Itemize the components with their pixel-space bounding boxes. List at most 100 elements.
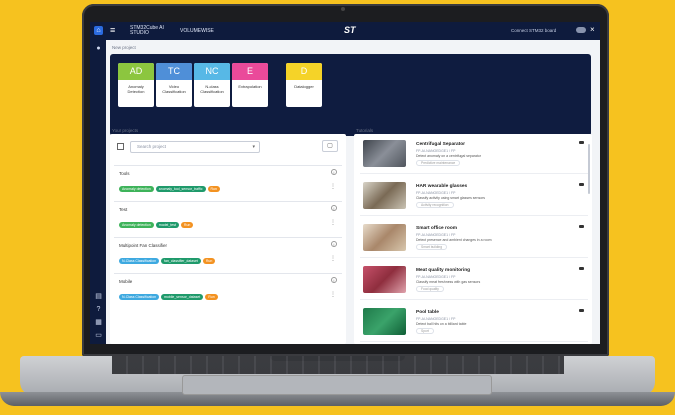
tutorials-title: Tutorials: [356, 128, 374, 133]
user-icon[interactable]: ●: [94, 44, 103, 53]
chip-dataset: fan_classifier_dataset: [161, 258, 201, 264]
import-doc-button[interactable]: ▢: [322, 140, 338, 152]
search-input[interactable]: Search project ▾: [130, 141, 260, 153]
more-options-icon[interactable]: ⋮: [330, 220, 336, 226]
info-icon[interactable]: i: [331, 277, 337, 283]
chip-type: Anomaly detection: [119, 186, 154, 192]
chip-dataset: mobile_sensor_dataset: [161, 294, 204, 300]
project-name: Multipoint Fan Classifier: [119, 243, 168, 248]
tutorials-panel: Centrifugal Separator FP-AI-NANOEDGE1 / …: [354, 134, 592, 344]
more-options-icon[interactable]: ⋮: [330, 292, 336, 298]
chevron-down-icon: ▾: [252, 144, 255, 150]
tile-label: Extrapolation: [238, 84, 262, 89]
project-row[interactable]: Mobile i N-Class Classification mobile_s…: [114, 273, 342, 309]
bookmark-icon[interactable]: [579, 141, 584, 144]
tutorial-tag: Food quality: [416, 286, 444, 292]
grid-view-icon[interactable]: [117, 143, 124, 150]
tutorial-title: Meat quality monitoring: [416, 268, 471, 273]
bookmark-icon[interactable]: [579, 183, 584, 186]
more-options-icon[interactable]: ⋮: [330, 256, 336, 262]
tutorial-description: Classify activity using smart glasses se…: [416, 196, 486, 200]
file-icon[interactable]: ▤: [94, 292, 103, 301]
scrollbar[interactable]: [588, 144, 590, 194]
tutorial-subtitle: FP-AI-NANOEDGE1 / FP: [416, 317, 456, 321]
project-row[interactable]: Multipoint Fan Classifier i N-Class Clas…: [114, 237, 342, 273]
project-chips: Anomaly detection anomaly_tool_sensor_tr…: [119, 186, 220, 192]
info-icon[interactable]: i: [331, 205, 337, 211]
tutorial-thumbnail: [363, 182, 406, 209]
tutorial-thumbnail: [363, 266, 406, 293]
tutorial-subtitle: FP-AI-NANOEDGE1 / FP: [416, 149, 456, 153]
chip-status: Run: [180, 222, 194, 228]
theme-toggle[interactable]: [576, 27, 586, 33]
chip-status: Run: [202, 258, 216, 264]
bookmark-icon[interactable]: [579, 267, 584, 270]
tile-label: N-class Classification: [200, 84, 224, 94]
search-row: Search project ▾ ▢: [114, 139, 342, 155]
chip-dataset: anomaly_tool_sensor_traffic: [155, 186, 206, 192]
tile-nclass-classification[interactable]: NC N-class Classification: [194, 63, 230, 107]
chip-type: Anomaly detection: [119, 222, 154, 228]
project-row[interactable]: Tools i Anomaly detection anomaly_tool_s…: [114, 165, 342, 201]
help-icon[interactable]: ?: [94, 305, 103, 314]
tutorial-description: Detect ball hits on a billiard table: [416, 322, 467, 326]
tutorial-thumbnail: [363, 140, 406, 167]
project-chips: N-Class Classification mobile_sensor_dat…: [119, 294, 218, 300]
app-screen: ⌂ ● ▤ ? ▦ ▭ ≡ STM32Cube AI STUDIO VOLUME…: [90, 22, 600, 344]
tutorial-description: Detect presence and ambient changes in a…: [416, 238, 492, 242]
tutorial-tag: Activity recognition: [416, 202, 454, 208]
tile-abbr: E: [232, 63, 268, 80]
tile-extrapolation[interactable]: E Extrapolation: [232, 63, 268, 107]
tile-abbr: TC: [156, 63, 192, 80]
chip-dataset: model_test: [155, 222, 179, 228]
st-logo: ST: [344, 25, 356, 35]
tile-label: Video Classification: [162, 84, 186, 94]
bookmark-icon[interactable]: [579, 309, 584, 312]
tile-anomaly-detection[interactable]: AD Anomaly Detection: [118, 63, 154, 107]
tutorial-card[interactable]: Centrifugal Separator FP-AI-NANOEDGE1 / …: [360, 136, 588, 174]
webcam: [341, 7, 345, 11]
chip-type: N-Class Classification: [119, 294, 160, 300]
tile-datalogger[interactable]: D Datalogger: [286, 63, 322, 107]
tutorial-subtitle: FP-AI-NANOEDGE1 / FP: [416, 191, 456, 195]
tutorial-description: Classify meat freshness with gas sensors: [416, 280, 481, 284]
tile-video-classification[interactable]: TC Video Classification: [156, 63, 192, 107]
tutorial-tag: Predictive maintenance: [416, 160, 461, 166]
top-bar: ≡ STM32Cube AI STUDIO VOLUMEWISE ST Conn…: [106, 22, 600, 40]
trackpad: [182, 375, 492, 395]
brand-line2: STUDIO: [130, 30, 149, 36]
tutorial-card[interactable]: HAR wearable glasses FP-AI-NANOEDGE1 / F…: [360, 178, 588, 216]
info-icon[interactable]: i: [331, 169, 337, 175]
connect-board-text[interactable]: Connect STM32 board: [511, 28, 556, 33]
home-icon[interactable]: ⌂: [94, 26, 103, 35]
info-icon[interactable]: i: [331, 241, 337, 247]
new-project-title: New project: [112, 45, 136, 50]
tutorial-description: Detect anomaly on a centrifugal separato…: [416, 154, 481, 158]
bookmark-icon[interactable]: [579, 225, 584, 228]
tutorial-thumbnail: [363, 224, 406, 251]
doc-icon[interactable]: ▦: [94, 318, 103, 327]
sidebar: ⌂ ● ▤ ? ▦ ▭: [90, 22, 106, 344]
menu-icon[interactable]: ≡: [110, 25, 115, 35]
close-icon[interactable]: ×: [590, 25, 595, 34]
project-chips: Anomaly detection model_test Run: [119, 222, 194, 228]
folder-icon[interactable]: ▭: [94, 331, 103, 340]
partner-logo: VOLUMEWISE: [180, 28, 214, 34]
chip-status: Run: [205, 294, 218, 300]
tutorial-card[interactable]: Pool table FP-AI-NANOEDGE1 / FP Detect b…: [360, 304, 588, 342]
keyboard: [112, 356, 564, 374]
tutorial-card[interactable]: Meat quality monitoring FP-AI-NANOEDGE1 …: [360, 262, 588, 300]
more-options-icon[interactable]: ⋮: [330, 184, 336, 190]
new-project-banner: AD Anomaly Detection TC Video Classifica…: [110, 54, 591, 136]
tutorial-subtitle: FP-AI-NANOEDGE1 / FP: [416, 233, 456, 237]
projects-title: Your projects: [112, 128, 139, 133]
tile-abbr: D: [286, 63, 322, 80]
projects-panel: Search project ▾ ▢ Tools i Anomaly detec…: [110, 134, 346, 344]
tutorial-card[interactable]: Smart office room FP-AI-NANOEDGE1 / FP D…: [360, 220, 588, 258]
project-name: Mobile: [119, 279, 133, 284]
tile-label: Anomaly Detection: [127, 84, 145, 94]
search-placeholder: Search project: [137, 144, 167, 149]
tutorial-title: Smart office room: [416, 226, 458, 231]
project-row[interactable]: Test i Anomaly detection model_test Run …: [114, 201, 342, 237]
tutorial-title: Pool table: [416, 310, 439, 315]
